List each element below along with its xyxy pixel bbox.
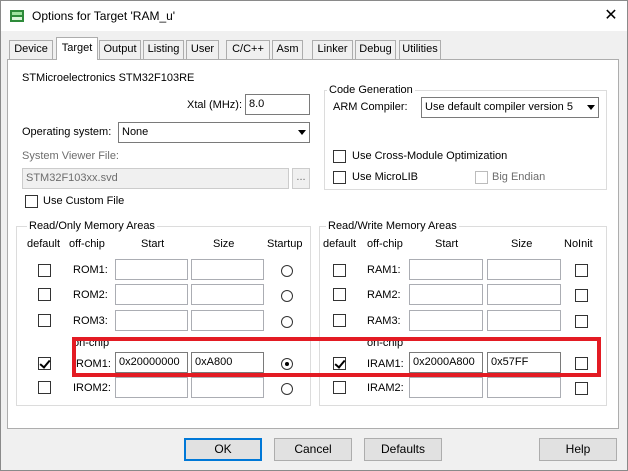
compiler-select-value: Use default compiler version 5: [425, 101, 573, 113]
rom2-startup-radio[interactable]: [281, 290, 293, 302]
irom2-startup-radio[interactable]: [281, 383, 293, 395]
irom2-label: IROM2:: [73, 382, 111, 394]
iram2-start-input[interactable]: [409, 377, 483, 398]
rom1-label: ROM1:: [73, 264, 108, 276]
iram2-label: IRAM2:: [367, 382, 404, 394]
ram3-noinit-checkbox[interactable]: [575, 315, 588, 328]
cross-module-checkbox[interactable]: [333, 150, 346, 163]
ram3-default-checkbox[interactable]: [333, 314, 346, 327]
rom1-start-input[interactable]: [115, 259, 188, 280]
xtal-label: Xtal (MHz):: [187, 99, 242, 111]
os-select[interactable]: None: [118, 122, 310, 143]
tab-output[interactable]: Output: [99, 40, 141, 59]
rw-header-start: Start: [435, 238, 459, 250]
microlib-checkbox[interactable]: [333, 171, 346, 184]
irom1-default-checkbox[interactable]: [38, 357, 51, 370]
ram3-label: RAM3:: [367, 315, 401, 327]
rw-memory-title: Read/Write Memory Areas: [326, 220, 459, 232]
ram2-default-checkbox[interactable]: [333, 288, 346, 301]
use-custom-file-checkbox[interactable]: [25, 195, 38, 208]
tab-asm[interactable]: Asm: [272, 40, 303, 59]
help-button[interactable]: Help: [539, 438, 617, 461]
rom1-startup-radio[interactable]: [281, 265, 293, 277]
tab-utilities[interactable]: Utilities: [399, 40, 441, 59]
rw-header-offchip: off-chip: [367, 238, 403, 250]
tab-target[interactable]: Target: [56, 37, 98, 60]
tab-c-cpp[interactable]: C/C++: [226, 40, 270, 59]
rom2-start-input[interactable]: [115, 284, 188, 305]
title-bar: Options for Target 'RAM_u' ✕: [1, 1, 627, 31]
rom1-default-checkbox[interactable]: [38, 264, 51, 277]
rw-header-size: Size: [511, 238, 533, 250]
cancel-button[interactable]: Cancel: [274, 438, 352, 461]
tab-user[interactable]: User: [186, 40, 219, 59]
use-custom-file-label: Use Custom File: [43, 195, 125, 207]
compiler-label: ARM Compiler:: [333, 101, 408, 113]
ro-header-offchip: off-chip: [69, 238, 105, 250]
keil-app-icon: [10, 10, 24, 22]
ram2-size-input[interactable]: [487, 284, 561, 305]
rom1-size-input[interactable]: [191, 259, 264, 280]
ram2-start-input[interactable]: [409, 284, 483, 305]
ro-header-startup: Startup: [267, 238, 303, 250]
tab-device[interactable]: Device: [9, 40, 53, 59]
chevron-down-icon[interactable]: [293, 123, 309, 142]
irom2-start-input[interactable]: [115, 377, 188, 398]
close-icon[interactable]: ✕: [599, 5, 623, 27]
svd-label: System Viewer File:: [22, 150, 119, 162]
window-title: Options for Target 'RAM_u': [32, 9, 176, 23]
microlib-label: Use MicroLIB: [352, 171, 419, 183]
ram1-size-input[interactable]: [487, 259, 561, 280]
irom2-default-checkbox[interactable]: [38, 381, 51, 394]
svd-browse-button[interactable]: ...: [292, 168, 310, 189]
device-name: STMicroelectronics STM32F103RE: [22, 72, 195, 84]
os-label: Operating system:: [22, 126, 112, 138]
tab-linker[interactable]: Linker: [312, 40, 353, 59]
ram2-label: RAM2:: [367, 289, 401, 301]
ram1-start-input[interactable]: [409, 259, 483, 280]
ram3-start-input[interactable]: [409, 310, 483, 331]
rom3-size-input[interactable]: [191, 310, 264, 331]
ram1-label: RAM1:: [367, 264, 401, 276]
options-dialog: Options for Target 'RAM_u' ✕ Device Targ…: [0, 0, 628, 471]
big-endian-label: Big Endian: [492, 171, 546, 183]
ok-button[interactable]: OK: [184, 438, 262, 461]
defaults-button[interactable]: Defaults: [364, 438, 442, 461]
ro-header-size: Size: [213, 238, 235, 250]
tab-listing[interactable]: Listing: [143, 40, 184, 59]
ram2-noinit-checkbox[interactable]: [575, 289, 588, 302]
ram3-size-input[interactable]: [487, 310, 561, 331]
cross-module-label: Use Cross-Module Optimization: [352, 150, 508, 162]
annotation-highlight-box: [72, 337, 601, 377]
big-endian-checkbox[interactable]: [475, 171, 488, 184]
iram2-noinit-checkbox[interactable]: [575, 382, 588, 395]
iram2-default-checkbox[interactable]: [333, 381, 346, 394]
os-select-value: None: [122, 126, 149, 138]
code-generation-title: Code Generation: [327, 84, 415, 96]
ro-header-default: default: [27, 238, 61, 250]
rom3-label: ROM3:: [73, 315, 108, 327]
ram1-noinit-checkbox[interactable]: [575, 264, 588, 277]
rom2-label: ROM2:: [73, 289, 108, 301]
svd-input[interactable]: STM32F103xx.svd: [22, 168, 289, 189]
xtal-input[interactable]: 8.0: [245, 94, 310, 115]
irom2-size-input[interactable]: [191, 377, 264, 398]
chevron-down-icon[interactable]: [582, 98, 598, 117]
ram1-default-checkbox[interactable]: [333, 264, 346, 277]
rw-header-default: default: [323, 238, 357, 250]
ro-memory-title: Read/Only Memory Areas: [27, 220, 157, 232]
rom3-start-input[interactable]: [115, 310, 188, 331]
tab-debug[interactable]: Debug: [355, 40, 396, 59]
rw-header-noinit: NoInit: [564, 238, 593, 250]
rom2-default-checkbox[interactable]: [38, 288, 51, 301]
iram2-size-input[interactable]: [487, 377, 561, 398]
ro-header-start: Start: [141, 238, 165, 250]
rom3-startup-radio[interactable]: [281, 316, 293, 328]
rom3-default-checkbox[interactable]: [38, 314, 51, 327]
rom2-size-input[interactable]: [191, 284, 264, 305]
compiler-select[interactable]: Use default compiler version 5: [421, 97, 599, 118]
